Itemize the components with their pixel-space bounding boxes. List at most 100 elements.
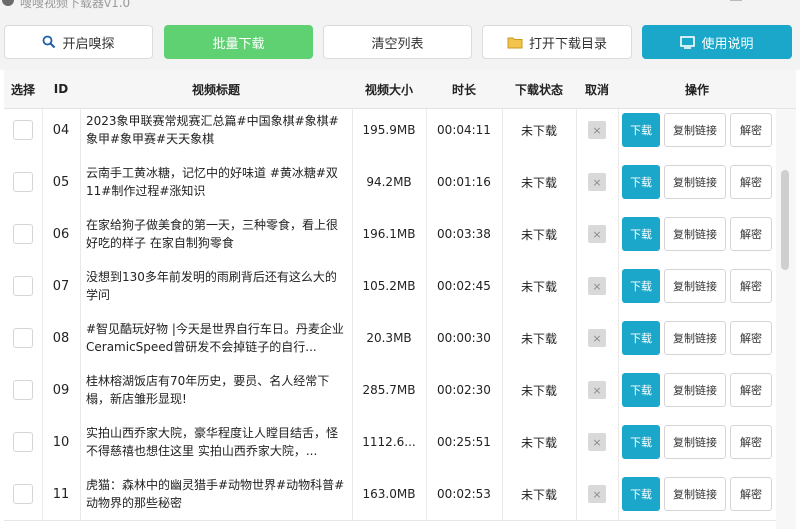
row-title: 没想到130多年前发明的雨刷背后还有这么大的学问 xyxy=(86,270,337,302)
vertical-scrollbar[interactable] xyxy=(776,108,796,529)
copy-link-button[interactable]: 复制链接 xyxy=(664,373,726,407)
table-row: 05 云南手工黄冰糖，记忆中的好味道 #黄冰糖#双11#制作过程#涨知识 94.… xyxy=(4,156,776,209)
row-id: 07 xyxy=(52,278,70,294)
close-icon[interactable]: × xyxy=(588,329,606,347)
row-checkbox[interactable] xyxy=(13,224,33,244)
decrypt-button[interactable]: 解密 xyxy=(730,321,772,355)
row-title: 桂林榕湖饭店有70年历史，要员、名人经常下榻，新店雏形显现! xyxy=(86,374,330,406)
monitor-icon xyxy=(680,35,696,49)
row-size: 195.9MB xyxy=(362,123,416,137)
open-download-dir-button[interactable]: 打开下载目录 xyxy=(482,25,632,59)
clear-list-label: 清空列表 xyxy=(371,36,424,52)
download-button[interactable]: 下载 xyxy=(622,113,660,147)
copy-link-button[interactable]: 复制链接 xyxy=(664,165,726,199)
download-button[interactable]: 下载 xyxy=(622,269,660,303)
decrypt-button[interactable]: 解密 xyxy=(730,269,772,303)
download-button[interactable]: 下载 xyxy=(622,477,660,511)
table-row: 09 桂林榕湖饭店有70年历史，要员、名人经常下榻，新店雏形显现! 285.7M… xyxy=(4,364,776,417)
table-header: 选择 ID 视频标题 视频大小 时长 下载状态 取消 操作 xyxy=(4,70,796,109)
header-status: 下载状态 xyxy=(514,82,563,97)
download-button[interactable]: 下载 xyxy=(622,373,660,407)
row-checkbox[interactable] xyxy=(13,484,33,504)
search-icon xyxy=(42,35,56,49)
header-select: 选择 xyxy=(10,82,35,97)
row-size: 20.3MB xyxy=(366,331,412,345)
table-row: 07 没想到130多年前发明的雨刷背后还有这么大的学问 105.2MB 00:0… xyxy=(4,260,776,313)
download-button[interactable]: 下载 xyxy=(622,165,660,199)
row-duration: 00:03:38 xyxy=(437,227,491,241)
row-status: 未下载 xyxy=(520,227,557,242)
copy-link-button[interactable]: 复制链接 xyxy=(664,477,726,511)
header-actions: 操作 xyxy=(684,82,709,97)
decrypt-button[interactable]: 解密 xyxy=(730,165,772,199)
open-download-dir-label: 打开下载目录 xyxy=(528,36,607,52)
batch-download-button[interactable]: 批量下载 xyxy=(164,25,313,59)
row-checkbox[interactable] xyxy=(13,276,33,296)
batch-download-label: 批量下载 xyxy=(212,36,265,52)
row-checkbox[interactable] xyxy=(13,432,33,452)
decrypt-button[interactable]: 解密 xyxy=(730,425,772,459)
minimize-icon[interactable] xyxy=(730,0,742,1)
row-title: 虎猫：森林中的幽灵猎手#动物世界#动物科普#动物界的那些秘密 xyxy=(86,478,345,510)
row-id: 05 xyxy=(52,174,70,190)
close-icon[interactable]: × xyxy=(588,173,606,191)
row-status: 未下载 xyxy=(520,279,557,294)
copy-link-button[interactable]: 复制链接 xyxy=(664,269,726,303)
copy-link-button[interactable]: 复制链接 xyxy=(664,321,726,355)
decrypt-button[interactable]: 解密 xyxy=(730,373,772,407)
scrollbar-thumb[interactable] xyxy=(781,170,789,270)
sniff-button[interactable]: 开启嗅探 xyxy=(4,25,153,59)
decrypt-button[interactable]: 解密 xyxy=(730,477,772,511)
decrypt-button[interactable]: 解密 xyxy=(730,217,772,251)
close-icon[interactable]: × xyxy=(588,381,606,399)
video-table: 03 卡》第六季 #甘孜的甘孜 #欢乐大林卡第六... 90.9MB 00:01… xyxy=(4,70,796,529)
decrypt-button[interactable]: 解密 xyxy=(730,113,772,147)
row-title: 在家给狗子做美食的第一天，三种零食，看上很好吃的样子 在家自制狗零食 xyxy=(86,218,339,250)
row-checkbox[interactable] xyxy=(13,172,33,192)
row-id: 10 xyxy=(52,434,70,450)
table-row: 08 #智见酷玩好物 |今天是世界自行车日。丹麦企业CeramicSpeed曾研… xyxy=(4,312,776,365)
header-duration: 时长 xyxy=(451,82,476,97)
row-checkbox[interactable] xyxy=(13,328,33,348)
copy-link-button[interactable]: 复制链接 xyxy=(664,113,726,147)
row-size: 1112.6... xyxy=(362,435,416,449)
download-button[interactable]: 下载 xyxy=(622,217,660,251)
row-duration: 00:01:16 xyxy=(437,175,491,189)
row-status: 未下载 xyxy=(520,435,557,450)
help-button-label: 使用说明 xyxy=(701,36,754,52)
download-button[interactable]: 下载 xyxy=(622,425,660,459)
close-icon[interactable]: × xyxy=(588,121,606,139)
close-icon[interactable]: × xyxy=(588,485,606,503)
row-title: #智见酷玩好物 |今天是世界自行车日。丹麦企业CeramicSpeed曾研发不会… xyxy=(86,322,344,354)
sniff-button-label: 开启嗅探 xyxy=(62,36,115,52)
row-duration: 00:02:30 xyxy=(437,383,491,397)
row-id: 09 xyxy=(52,382,70,398)
header-id: ID xyxy=(53,82,69,96)
row-size: 163.0MB xyxy=(362,487,416,501)
row-size: 285.7MB xyxy=(362,383,416,397)
close-icon[interactable]: × xyxy=(588,277,606,295)
row-checkbox[interactable] xyxy=(13,380,33,400)
row-title: 实拍山西乔家大院，豪华程度让人瞠目结舌，怪不得慈禧也想住这里 实拍山西乔家大院，… xyxy=(86,426,339,458)
table-row: 11 虎猫：森林中的幽灵猎手#动物世界#动物科普#动物界的那些秘密 163.0M… xyxy=(4,468,776,521)
row-status: 未下载 xyxy=(520,175,557,190)
close-icon[interactable]: × xyxy=(588,433,606,451)
row-status: 未下载 xyxy=(520,331,557,346)
download-button[interactable]: 下载 xyxy=(622,321,660,355)
row-size: 94.2MB xyxy=(366,175,412,189)
copy-link-button[interactable]: 复制链接 xyxy=(664,217,726,251)
title-bar: 嗖嗖视频下载器v1.0 xyxy=(0,0,800,14)
clear-list-button[interactable]: 清空列表 xyxy=(323,25,472,59)
header-size: 视频大小 xyxy=(364,82,413,97)
row-status: 未下载 xyxy=(520,123,557,138)
toolbar: 开启嗅探 批量下载 清空列表 打开下载目录 使用说明 xyxy=(0,14,800,70)
row-title: 2023象甲联赛常规赛汇总篇#中国象棋#象棋#象甲#象甲赛#天天象棋 xyxy=(86,114,339,146)
close-icon[interactable]: × xyxy=(588,225,606,243)
folder-icon xyxy=(507,36,523,49)
copy-link-button[interactable]: 复制链接 xyxy=(664,425,726,459)
header-cancel: 取消 xyxy=(584,82,609,97)
row-status: 未下载 xyxy=(520,487,557,502)
row-checkbox[interactable] xyxy=(13,120,33,140)
row-id: 04 xyxy=(52,122,70,138)
help-button[interactable]: 使用说明 xyxy=(642,25,792,59)
